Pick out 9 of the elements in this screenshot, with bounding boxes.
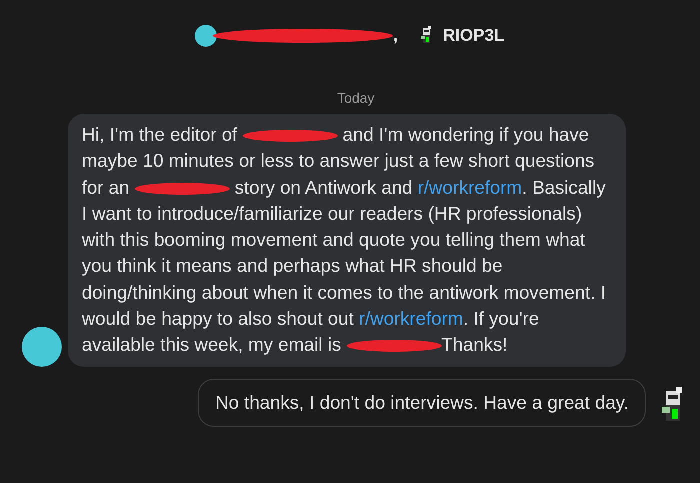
subreddit-link[interactable]: r/workreform (418, 176, 522, 198)
avatar-icon (22, 326, 62, 367)
date-divider: Today (337, 90, 375, 106)
name-separator: , (393, 26, 398, 46)
subreddit-link[interactable]: r/workreform (359, 308, 464, 330)
avatar-icon (195, 25, 218, 47)
participant-name[interactable]: RIOP3L (443, 26, 505, 46)
message-text: Hi, I'm the editor of and I'm wondering if you have maybe 10 minutes or less to answer just a few short questions for an story on Antiwork and r/workreform. Basically I want to introduce/familiarize our readers (HR professionals) with this booming movement and quote you telling them what you think it means and perhaps what HR should be doing/thinking about when it comes to the antiwork movement. I would be happy to also shout out r/workreform. If you're available this week, my email is Thanks! (82, 124, 606, 356)
message-text: No thanks, I don't do interviews. Have a great day. (215, 392, 629, 413)
